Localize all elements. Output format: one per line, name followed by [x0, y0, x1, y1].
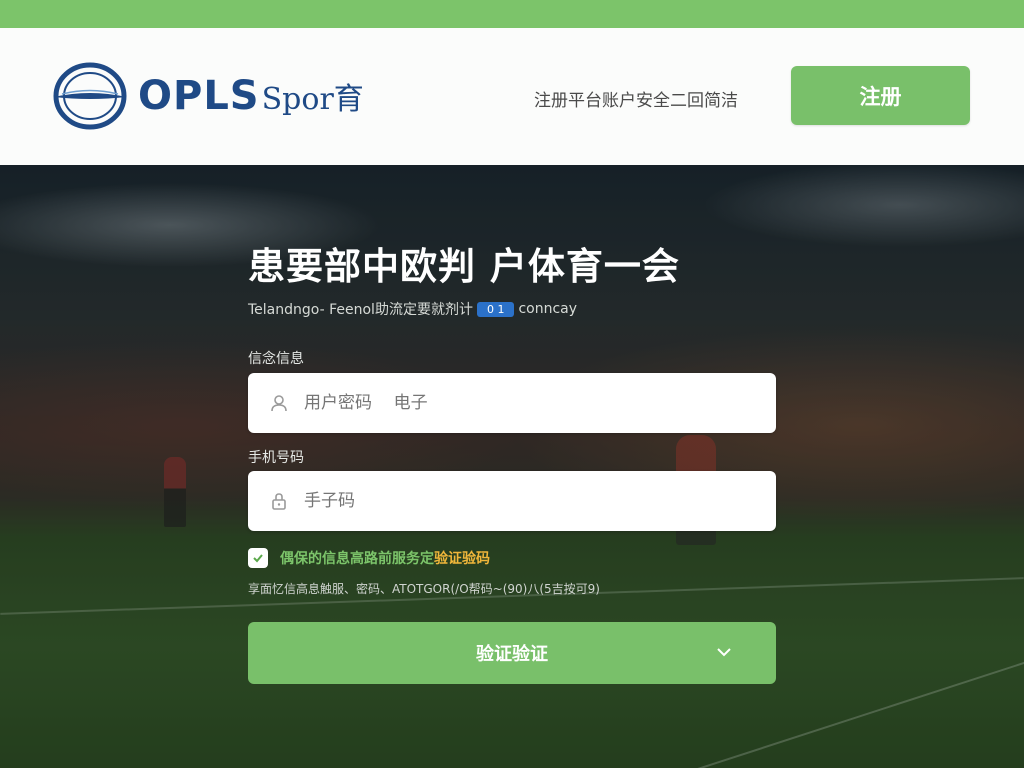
username-label: 信念信息 [248, 351, 304, 367]
logo-wordmark: OPLS [138, 73, 260, 119]
check-icon [253, 554, 263, 563]
form-subtitle: Telandngo- Feenol助流定要就剂计 0 1 conncay [248, 299, 577, 319]
agreement-row: 偶保的信息高路前服务定 验证验码 [248, 548, 490, 568]
subtitle-text: Telandngo- Feenol助流定要就剂计 [248, 302, 473, 318]
top-accent-bar [0, 0, 1024, 28]
subtitle-text-tail: conncay [518, 301, 578, 317]
header-tagline: 注册平台账户安全二回简洁 [534, 91, 738, 111]
username-field[interactable] [248, 373, 776, 433]
phone-field[interactable] [248, 471, 776, 531]
username-input[interactable] [304, 393, 744, 413]
lock-icon [268, 490, 290, 512]
register-button[interactable]: 注册 [791, 66, 970, 125]
phone-input[interactable] [304, 491, 744, 511]
logo-emblem-icon [53, 62, 127, 130]
logo-suffix: Spor育 [261, 82, 364, 117]
agreement-text: 偶保的信息高路前服务定 [280, 551, 434, 567]
chevron-down-icon [717, 648, 731, 657]
site-header: OPLS Spor育 注册平台账户安全二回简洁 注册 [0, 28, 1024, 165]
user-icon [268, 392, 290, 414]
form-title: 患要部中欧判 户体育一会 [248, 245, 680, 288]
verify-code-link[interactable]: 验证验码 [434, 548, 490, 568]
agreement-checkbox[interactable] [248, 548, 268, 568]
submit-label: 验证验证 [476, 644, 548, 665]
phone-label: 手机号码 [248, 450, 304, 466]
subtitle-badge: 0 1 [476, 301, 515, 317]
verify-submit-button[interactable]: 验证验证 [248, 622, 776, 684]
brand-logo[interactable]: OPLS Spor育 [52, 61, 364, 131]
fine-print: 享面忆信高息触服、密码、ATOTGOR(/O帮码~(90)八(5吉按可9) [248, 582, 600, 596]
